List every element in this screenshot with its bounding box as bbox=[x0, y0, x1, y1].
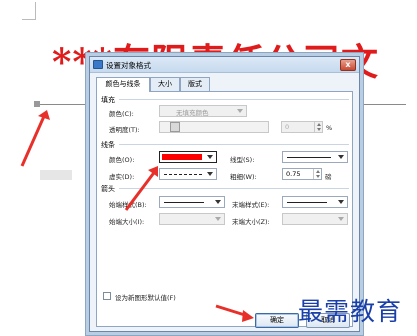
tab-colors-and-lines[interactable]: 颜色与线条 bbox=[96, 77, 150, 92]
arrow-to-ok-button-icon bbox=[215, 304, 254, 322]
stage: ***有限责任公司文 设置对象格式 x 颜色与线条 大小 版式 填充 颜色(C)… bbox=[0, 0, 417, 336]
arrow-to-line-color-icon bbox=[124, 166, 158, 211]
annotation-arrows bbox=[20, 110, 254, 322]
arrow-to-line-handle-icon bbox=[20, 110, 50, 167]
